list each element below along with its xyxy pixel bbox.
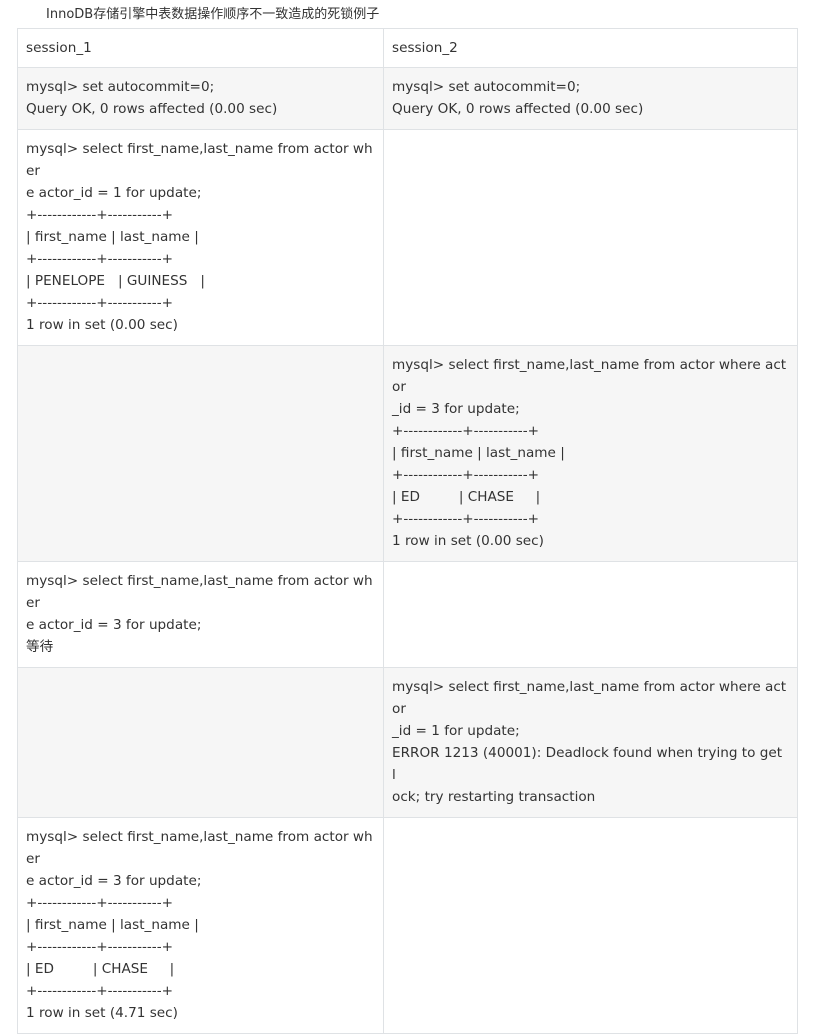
- output-line: | first_name | last_name |: [26, 917, 199, 933]
- table-row: mysql> select first_name,last_name from …: [17, 817, 798, 1034]
- output-line: 1 row in set (0.00 sec): [392, 533, 544, 549]
- output-line: +------------+-----------+: [26, 939, 173, 955]
- table-row: mysql> set autocommit=0; Query OK, 0 rows…: [17, 67, 798, 130]
- session-1-cell: mysql> set autocommit=0; Query OK, 0 rows…: [17, 67, 384, 130]
- table-body: mysql> set autocommit=0; Query OK, 0 rows…: [17, 67, 798, 1034]
- session-2-cell: mysql> select first_name,last_name from …: [383, 667, 798, 818]
- session-1-cell: mysql> select first_name,last_name from …: [17, 561, 384, 668]
- session-1-cell: mysql> select first_name,last_name from …: [17, 817, 384, 1034]
- table-row: mysql> select first_name,last_name from …: [17, 129, 798, 346]
- session-2-cell: [383, 561, 798, 668]
- output-line: 1 row in set (4.71 sec): [26, 1005, 178, 1021]
- output-line: mysql> set autocommit=0;: [26, 79, 215, 95]
- table-header-row: session_1 session_2: [17, 28, 798, 68]
- session-1-cell: mysql> select first_name,last_name from …: [17, 129, 384, 346]
- output-line: e actor_id = 3 for update;: [26, 873, 202, 889]
- output-line: Query OK, 0 rows affected (0.00 sec): [392, 101, 644, 117]
- table-row: mysql> select first_name,last_name from …: [17, 667, 798, 818]
- deadlock-example-table: session_1 session_2 mysql> set autocommi…: [17, 28, 798, 1034]
- output-line: +------------+-----------+: [392, 467, 539, 483]
- output-line: mysql> select first_name,last_name from …: [392, 357, 787, 395]
- session-2-cell: [383, 129, 798, 346]
- output-line: _id = 1 for update;: [392, 723, 520, 739]
- output-line: mysql> select first_name,last_name from …: [392, 679, 787, 717]
- session-1-cell: [17, 667, 384, 818]
- output-line: | first_name | last_name |: [26, 229, 199, 245]
- session-2-cell: mysql> select first_name,last_name from …: [383, 345, 798, 562]
- output-line: +------------+-----------+: [392, 511, 539, 527]
- table-row: mysql> select first_name,last_name from …: [17, 345, 798, 562]
- output-line: ock; try restarting transaction: [392, 789, 596, 805]
- table-caption: InnoDB存储引擎中表数据操作顺序不一致造成的死锁例子: [46, 7, 380, 22]
- output-line: +------------+-----------+: [26, 251, 173, 267]
- table-row: mysql> select first_name,last_name from …: [17, 561, 798, 668]
- output-line: +------------+-----------+: [26, 983, 173, 999]
- session-2-cell: mysql> set autocommit=0; Query OK, 0 rows…: [383, 67, 798, 130]
- output-line: e actor_id = 3 for update;: [26, 617, 202, 633]
- output-line: mysql> select first_name,last_name from …: [26, 573, 373, 611]
- column-header-session-2: session_2: [383, 28, 798, 68]
- output-line: ERROR 1213 (40001): Deadlock found when …: [392, 745, 787, 783]
- output-line: mysql> select first_name,last_name from …: [26, 141, 373, 179]
- output-line: | PENELOPE | GUINESS |: [26, 273, 205, 289]
- output-line: +------------+-----------+: [392, 423, 539, 439]
- column-header-session-1: session_1: [17, 28, 384, 68]
- output-line: 1 row in set (0.00 sec): [26, 317, 178, 333]
- output-line: +------------+-----------+: [26, 895, 173, 911]
- output-line: 等待: [26, 639, 54, 655]
- session-2-cell: [383, 817, 798, 1034]
- session-1-cell: [17, 345, 384, 562]
- output-line: | first_name | last_name |: [392, 445, 565, 461]
- output-line: e actor_id = 1 for update;: [26, 185, 202, 201]
- output-line: _id = 3 for update;: [392, 401, 520, 417]
- output-line: Query OK, 0 rows affected (0.00 sec): [26, 101, 278, 117]
- output-line: | ED | CHASE |: [392, 489, 541, 505]
- output-line: | ED | CHASE |: [26, 961, 175, 977]
- output-line: +------------+-----------+: [26, 295, 173, 311]
- output-line: mysql> set autocommit=0;: [392, 79, 581, 95]
- output-line: +------------+-----------+: [26, 207, 173, 223]
- output-line: mysql> select first_name,last_name from …: [26, 829, 373, 867]
